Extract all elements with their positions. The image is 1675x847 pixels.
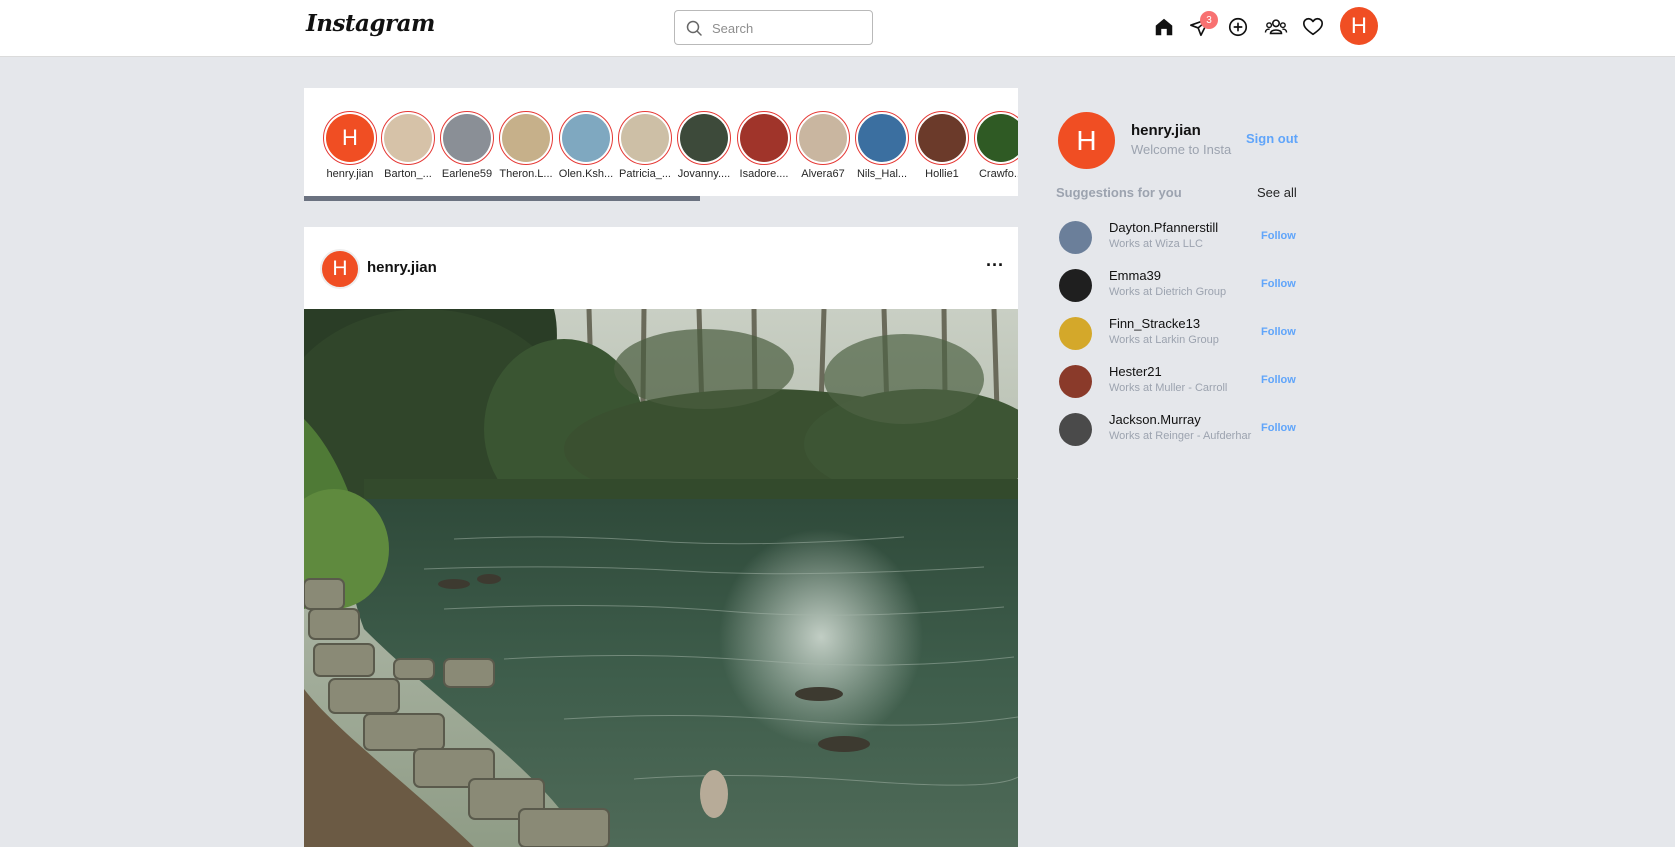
story-username: Olen.Ksh...: [558, 168, 614, 180]
story-item[interactable]: Theron.L...: [498, 111, 554, 180]
suggestion-avatar[interactable]: [1059, 365, 1092, 398]
story-avatar: [384, 114, 432, 162]
story-ring: [440, 111, 494, 165]
story-username: Nils_Hal...: [856, 168, 908, 180]
suggestion-username[interactable]: Emma39: [1109, 268, 1161, 283]
story-item[interactable]: Barton_...: [380, 111, 436, 180]
search-input[interactable]: [712, 18, 862, 38]
story-username: henry.jian: [326, 168, 374, 180]
story-avatar: [858, 114, 906, 162]
story-username: Earlene59: [441, 168, 493, 180]
more-options-icon[interactable]: ···: [986, 255, 1004, 276]
suggestion-username[interactable]: Finn_Stracke13: [1109, 316, 1200, 331]
feed-post: H henry.jian ···: [304, 227, 1018, 847]
story-ring: [796, 111, 850, 165]
story-ring: [855, 111, 909, 165]
post-image[interactable]: [304, 309, 1018, 847]
story-ring: [677, 111, 731, 165]
suggestion-subtitle: Works at Larkin Group: [1109, 334, 1219, 346]
instagram-logo[interactable]: Instagram: [306, 10, 435, 37]
story-avatar: [799, 114, 847, 162]
people-icon[interactable]: [1263, 14, 1289, 40]
suggestion-username[interactable]: Dayton.Pfannerstill: [1109, 220, 1218, 235]
create-post-icon[interactable]: [1225, 14, 1251, 40]
story-ring: [915, 111, 969, 165]
story-avatar: H: [326, 114, 374, 162]
sidebar-username[interactable]: henry.jian: [1131, 122, 1201, 139]
stories-scrollbar[interactable]: [304, 196, 1018, 201]
story-username: Jovanny....: [677, 168, 731, 180]
story-ring: H: [323, 111, 377, 165]
suggestion-row: Finn_Stracke13 Works at Larkin Group Follo…: [1056, 314, 1296, 354]
story-avatar: [443, 114, 491, 162]
suggestion-row: Emma39 Works at Dietrich Group Follow: [1056, 266, 1296, 306]
messages-badge: 3: [1200, 11, 1218, 29]
story-ring: [499, 111, 553, 165]
stories-bar: Hhenry.jian Barton_... Earlene59 Theron.L..…: [304, 88, 1018, 201]
story-avatar: [621, 114, 669, 162]
follow-button[interactable]: Follow: [1261, 374, 1296, 386]
suggestion-row: Dayton.Pfannerstill Works at Wiza LLC Foll…: [1056, 218, 1296, 258]
story-item[interactable]: Alvera67: [795, 111, 851, 180]
suggestion-subtitle: Works at Muller - Carroll: [1109, 382, 1228, 394]
story-username: Crawfo...: [978, 168, 1018, 180]
heart-icon[interactable]: [1300, 14, 1326, 40]
see-all-link[interactable]: See all: [1257, 185, 1297, 200]
story-ring: [737, 111, 791, 165]
sign-out-link[interactable]: Sign out: [1246, 131, 1298, 146]
story-avatar: [918, 114, 966, 162]
story-avatar: [740, 114, 788, 162]
suggestions-title: Suggestions for you: [1056, 185, 1182, 200]
home-icon[interactable]: [1151, 14, 1177, 40]
story-ring: [618, 111, 672, 165]
story-username: Theron.L...: [499, 168, 553, 180]
suggestion-subtitle: Works at Wiza LLC: [1109, 238, 1203, 250]
story-username: Alvera67: [801, 168, 845, 180]
story-ring: [974, 111, 1018, 165]
suggestion-subtitle: Works at Reinger - Aufderhar: [1109, 430, 1252, 442]
search-icon: [686, 20, 702, 36]
story-item[interactable]: Nils_Hal...: [854, 111, 910, 180]
story-item[interactable]: Earlene59: [439, 111, 495, 180]
suggestion-subtitle: Works at Dietrich Group: [1109, 286, 1227, 298]
story-avatar: [502, 114, 550, 162]
story-ring: [559, 111, 613, 165]
profile-avatar[interactable]: H: [1340, 7, 1378, 45]
sidebar-welcome-text: Welcome to Insta: [1131, 142, 1232, 157]
suggestion-avatar[interactable]: [1059, 317, 1092, 350]
follow-button[interactable]: Follow: [1261, 278, 1296, 290]
search-box[interactable]: [674, 10, 873, 45]
suggestion-username[interactable]: Hester21: [1109, 364, 1162, 379]
story-avatar: [977, 114, 1018, 162]
suggestion-row: Hester21 Works at Muller - Carroll Follow: [1056, 362, 1296, 402]
story-item[interactable]: Crawfo...: [973, 111, 1018, 180]
story-username: Isadore....: [739, 168, 789, 180]
story-avatar: [680, 114, 728, 162]
top-navbar: Instagram 3 H: [0, 0, 1675, 57]
suggestion-avatar[interactable]: [1059, 221, 1092, 254]
story-username: Barton_...: [384, 168, 432, 180]
post-avatar[interactable]: H: [320, 249, 360, 289]
story-avatar: [562, 114, 610, 162]
story-item[interactable]: Hollie1: [914, 111, 970, 180]
story-ring: [381, 111, 435, 165]
follow-button[interactable]: Follow: [1261, 422, 1296, 434]
sidebar-avatar[interactable]: H: [1058, 112, 1115, 169]
suggestion-avatar[interactable]: [1059, 413, 1092, 446]
post-username[interactable]: henry.jian: [367, 259, 437, 276]
story-item[interactable]: Isadore....: [736, 111, 792, 180]
story-item[interactable]: Olen.Ksh...: [558, 111, 614, 180]
suggestion-avatar[interactable]: [1059, 269, 1092, 302]
suggestion-row: Jackson.Murray Works at Reinger - Aufderh…: [1056, 410, 1296, 450]
suggestion-username[interactable]: Jackson.Murray: [1109, 412, 1201, 427]
follow-button[interactable]: Follow: [1261, 326, 1296, 338]
story-username: Hollie1: [925, 168, 959, 180]
story-item[interactable]: Patricia_...: [617, 111, 673, 180]
story-username: Patricia_...: [619, 168, 671, 180]
story-item[interactable]: Jovanny....: [676, 111, 732, 180]
post-header: H henry.jian ···: [304, 227, 1018, 309]
story-item[interactable]: Hhenry.jian: [322, 111, 378, 180]
follow-button[interactable]: Follow: [1261, 230, 1296, 242]
stories-scrollbar-thumb[interactable]: [304, 196, 700, 201]
